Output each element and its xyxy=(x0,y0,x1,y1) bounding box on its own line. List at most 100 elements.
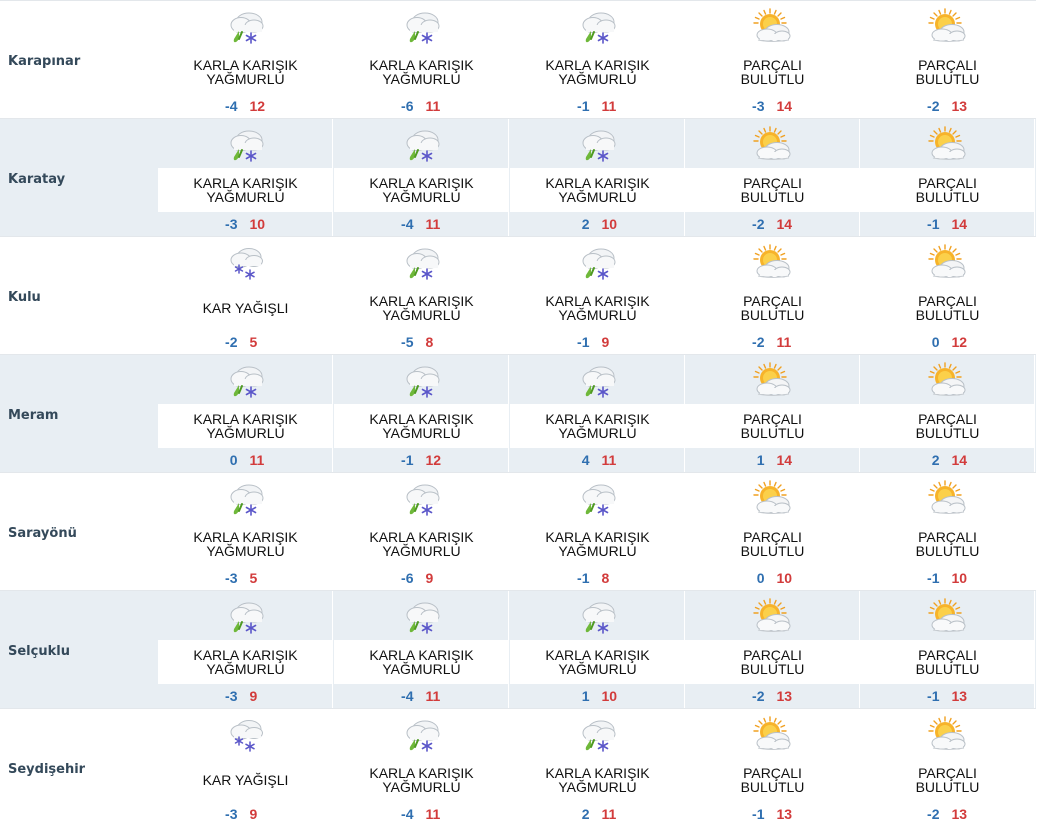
max-temperature: 11 xyxy=(601,806,617,822)
sleet-icon xyxy=(400,598,442,636)
row-divider xyxy=(0,236,1036,237)
weather-description: PARÇALI BULUTLU xyxy=(915,765,980,795)
min-temperature: -1 xyxy=(927,570,940,586)
weather-description: KAR YAĞIŞLI xyxy=(202,772,289,788)
min-temperature: -4 xyxy=(401,216,414,232)
weather-description: KARLA KARIŞIK YAĞMURLU xyxy=(545,765,650,795)
min-temperature: 1 xyxy=(756,452,765,468)
weather-description: PARÇALI BULUTLU xyxy=(915,411,980,441)
max-temperature: 12 xyxy=(249,98,266,114)
forecast-day-cell: KARLA KARIŞIK YAĞMURLU -1 11 xyxy=(510,1,685,119)
weather-description: KARLA KARIŞIK YAĞMURLU xyxy=(193,529,298,559)
max-temperature: 11 xyxy=(425,806,441,822)
weather-description: KARLA KARIŞIK YAĞMURLU xyxy=(369,175,474,205)
weather-description: KARLA KARIŞIK YAĞMURLU xyxy=(369,293,474,323)
forecast-day-cell: KARLA KARIŞIK YAĞMURLU -1 9 xyxy=(510,237,685,355)
weather-description: PARÇALI BULUTLU xyxy=(740,411,805,441)
max-temperature: 5 xyxy=(249,570,258,586)
weather-description: KARLA KARIŞIK YAĞMURLU xyxy=(545,57,650,87)
min-temperature: -3 xyxy=(225,570,238,586)
weather-description: KARLA KARIŞIK YAĞMURLU xyxy=(545,647,650,677)
forecast-day-cell: KARLA KARIŞIK YAĞMURLU -4 11 xyxy=(334,709,509,827)
max-temperature: 11 xyxy=(601,98,617,114)
forecast-day-cell: KAR YAĞIŞLI -2 5 xyxy=(158,237,333,355)
max-temperature: 13 xyxy=(951,98,968,114)
city-name[interactable]: Sarayönü xyxy=(8,526,77,541)
max-temperature: 10 xyxy=(601,216,618,232)
partly-cloudy-icon xyxy=(751,480,793,518)
min-temperature: -3 xyxy=(752,98,765,114)
forecast-day-cell: KARLA KARIŞIK YAĞMURLU -6 11 xyxy=(334,1,509,119)
weather-description: PARÇALI BULUTLU xyxy=(915,529,980,559)
partly-cloudy-icon xyxy=(926,126,968,164)
weather-description: PARÇALI BULUTLU xyxy=(915,647,980,677)
min-temperature: -1 xyxy=(927,216,940,232)
city-row: Kulu KAR YAĞIŞLI -2 5 KARLA KARIŞIK YAĞMURLU… xyxy=(0,237,1036,355)
min-temperature: 1 xyxy=(581,688,590,704)
partly-cloudy-icon xyxy=(751,716,793,754)
max-temperature: 11 xyxy=(425,98,441,114)
weather-description: PARÇALI BULUTLU xyxy=(740,293,805,323)
weather-description: KARLA KARIŞIK YAĞMURLU xyxy=(545,293,650,323)
forecast-day-cell: KARLA KARIŞIK YAĞMURLU -4 12 xyxy=(158,1,333,119)
row-divider xyxy=(0,354,1036,355)
min-temperature: -6 xyxy=(401,570,414,586)
max-temperature: 10 xyxy=(951,570,968,586)
snow-icon xyxy=(224,244,266,282)
weather-description: PARÇALI BULUTLU xyxy=(915,57,980,87)
partly-cloudy-icon xyxy=(751,126,793,164)
min-temperature: -1 xyxy=(752,806,765,822)
forecast-day-cell: PARÇALI BULUTLU 2 14 xyxy=(860,355,1035,473)
min-temperature: -5 xyxy=(401,334,414,350)
forecast-day-cell: KARLA KARIŞIK YAĞMURLU 4 11 xyxy=(510,355,685,473)
sleet-icon xyxy=(400,362,442,400)
min-temperature: 2 xyxy=(581,216,590,232)
sleet-icon xyxy=(576,8,618,46)
city-name[interactable]: Selçuklu xyxy=(8,644,70,659)
forecast-day-cell: PARÇALI BULUTLU 1 14 xyxy=(685,355,860,473)
max-temperature: 13 xyxy=(951,688,968,704)
max-temperature: 9 xyxy=(425,570,434,586)
row-divider xyxy=(0,0,1036,1)
sleet-icon xyxy=(576,126,618,164)
min-temperature: -4 xyxy=(401,688,414,704)
city-name[interactable]: Karatay xyxy=(8,172,65,187)
min-temperature: -2 xyxy=(927,98,940,114)
forecast-day-cell: KARLA KARIŞIK YAĞMURLU -6 9 xyxy=(334,473,509,591)
forecast-day-cell: KARLA KARIŞIK YAĞMURLU -5 8 xyxy=(334,237,509,355)
row-divider xyxy=(0,590,1036,591)
city-row: Sarayönü KARLA KARIŞIK YAĞMURLU -3 5 KARLA K… xyxy=(0,473,1036,591)
city-name[interactable]: Kulu xyxy=(8,290,41,305)
max-temperature: 10 xyxy=(601,688,618,704)
max-temperature: 10 xyxy=(249,216,266,232)
max-temperature: 12 xyxy=(951,334,968,350)
max-temperature: 10 xyxy=(776,570,793,586)
weather-description: KARLA KARIŞIK YAĞMURLU xyxy=(369,411,474,441)
max-temperature: 14 xyxy=(951,216,968,232)
weather-description: KARLA KARIŞIK YAĞMURLU xyxy=(369,57,474,87)
min-temperature: -4 xyxy=(225,98,238,114)
max-temperature: 11 xyxy=(249,452,265,468)
partly-cloudy-icon xyxy=(751,8,793,46)
forecast-day-cell: KARLA KARIŞIK YAĞMURLU 1 10 xyxy=(510,591,685,709)
city-row: Karatay KARLA KARIŞIK YAĞMURLU -3 10 KARLA K… xyxy=(0,119,1036,237)
city-name[interactable]: Karapınar xyxy=(8,54,80,69)
forecast-day-cell: PARÇALI BULUTLU -1 13 xyxy=(860,591,1035,709)
partly-cloudy-icon xyxy=(751,244,793,282)
weather-description: PARÇALI BULUTLU xyxy=(740,647,805,677)
sleet-icon xyxy=(576,480,618,518)
city-name[interactable]: Meram xyxy=(8,408,58,423)
weather-description: PARÇALI BULUTLU xyxy=(915,175,980,205)
city-row: Seydişehir KAR YAĞIŞLI -3 9 KARLA KARIŞIK YA… xyxy=(0,709,1036,827)
forecast-day-cell: PARÇALI BULUTLU -1 10 xyxy=(860,473,1035,591)
min-temperature: -4 xyxy=(401,806,414,822)
min-temperature: -2 xyxy=(225,334,238,350)
min-temperature: -1 xyxy=(577,98,590,114)
city-name[interactable]: Seydişehir xyxy=(8,762,85,777)
sleet-icon xyxy=(224,126,266,164)
forecast-day-cell: KARLA KARIŞIK YAĞMURLU -4 11 xyxy=(334,119,509,237)
row-divider xyxy=(0,118,1036,119)
forecast-day-cell: KAR YAĞIŞLI -3 9 xyxy=(158,709,333,827)
row-divider xyxy=(0,708,1036,709)
forecast-day-cell: KARLA KARIŞIK YAĞMURLU -1 8 xyxy=(510,473,685,591)
